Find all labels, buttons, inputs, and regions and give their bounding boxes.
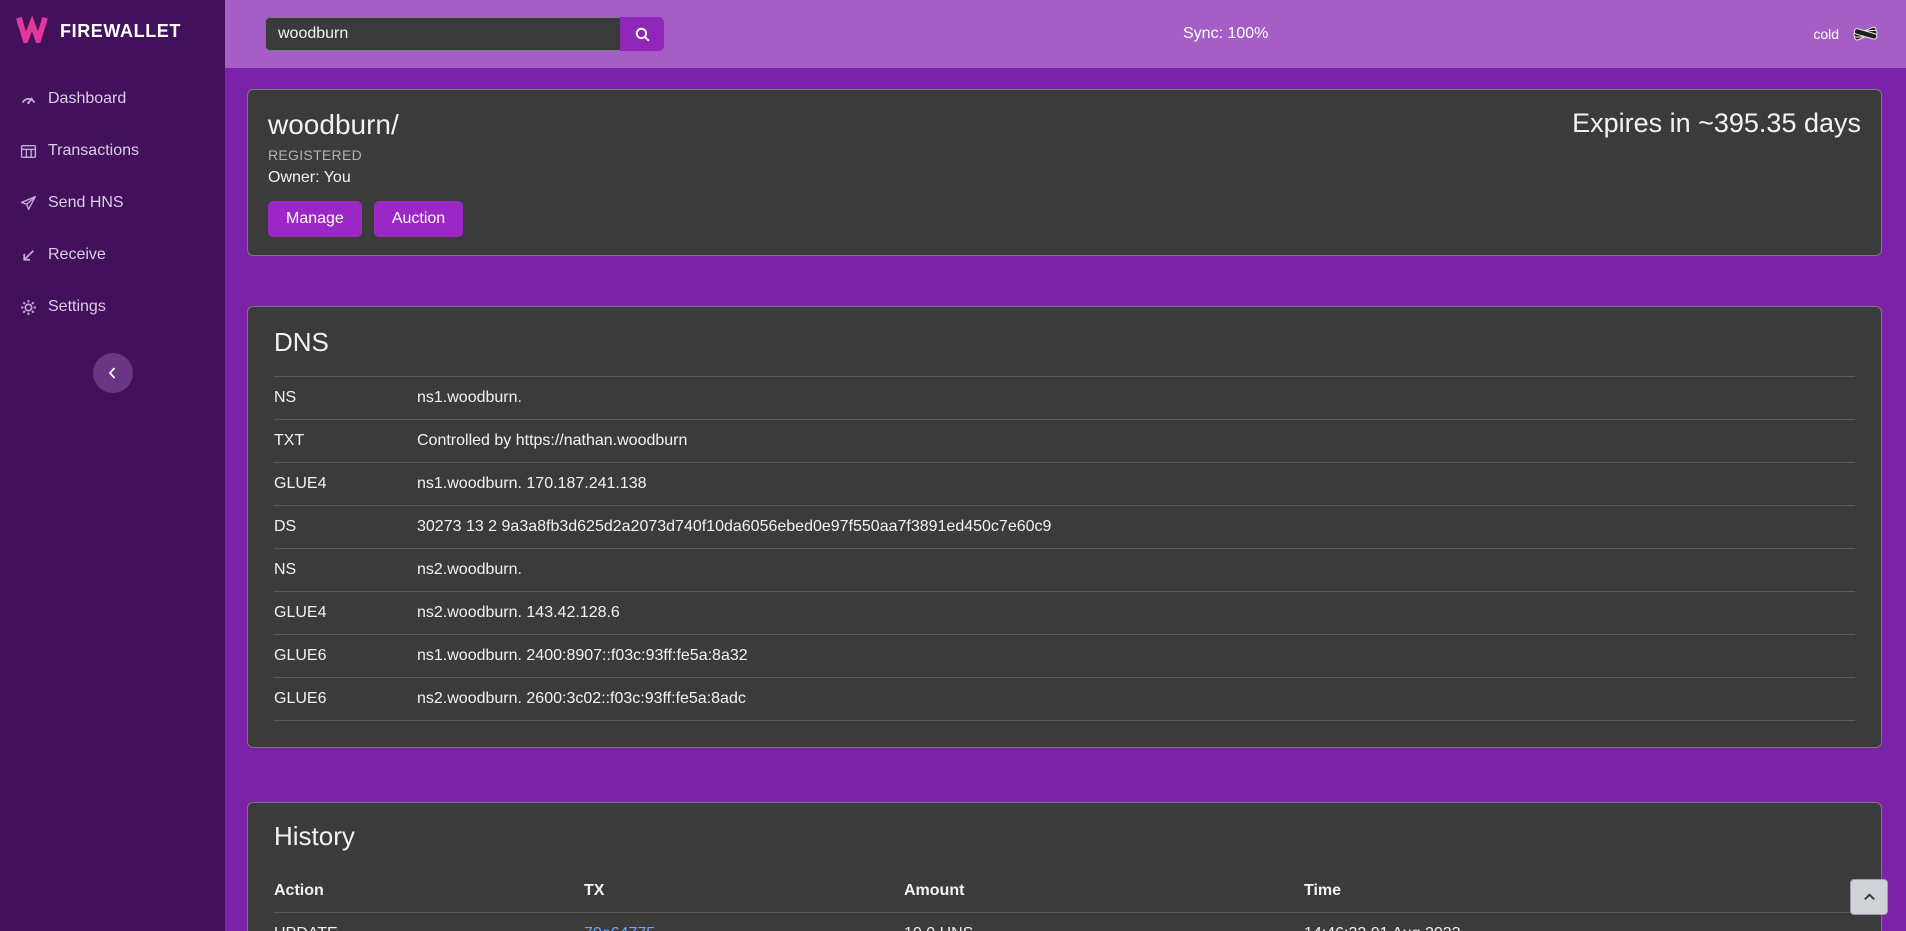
dns-record-type: GLUE6 <box>274 690 417 708</box>
domain-expiry: Expires in ~395.35 days <box>1572 108 1861 139</box>
dns-record-type: NS <box>274 561 417 579</box>
brand-title: FIREWALLET <box>60 21 181 42</box>
history-col-tx: TX <box>584 882 904 900</box>
domain-card: woodburn/ Expires in ~395.35 days REGIST… <box>247 89 1882 256</box>
domain-name: woodburn/ <box>268 108 399 142</box>
sync-status: Sync: 100% <box>1183 25 1268 43</box>
domain-actions: Manage Auction <box>268 201 1861 237</box>
dns-record-value: ns2.woodburn. 143.42.128.6 <box>417 604 1855 622</box>
dns-record-type: DS <box>274 518 417 536</box>
dns-record-type: GLUE4 <box>274 604 417 622</box>
wallet-mode-icon[interactable] <box>1848 18 1884 50</box>
tx-link[interactable]: 70e64775... <box>584 925 669 931</box>
dns-record-row: GLUE6 ns2.woodburn. 2600:3c02::f03c:93ff… <box>274 678 1855 721</box>
dns-title: DNS <box>274 327 1855 358</box>
wallet-mode-label: cold <box>1813 26 1839 42</box>
history-title: History <box>274 821 1855 852</box>
sidebar-item-settings[interactable]: Settings <box>0 281 225 333</box>
dns-record-type: GLUE4 <box>274 475 417 493</box>
history-card: History Action TX Amount Time UPDATE 70e… <box>247 802 1882 931</box>
dns-record-row: GLUE4 ns2.woodburn. 143.42.128.6 <box>274 592 1855 635</box>
sidebar-item-label: Transactions <box>48 142 139 160</box>
sidebar-item-receive[interactable]: Receive <box>0 229 225 281</box>
dns-record-value: Controlled by https://nathan.woodburn <box>417 432 1855 450</box>
history-col-time: Time <box>1304 882 1855 900</box>
dns-record-row: GLUE4 ns1.woodburn. 170.187.241.138 <box>274 463 1855 506</box>
search-icon <box>634 26 651 43</box>
sidebar-item-dashboard[interactable]: Dashboard <box>0 73 225 125</box>
chevron-left-icon <box>105 365 121 381</box>
send-icon <box>20 195 37 212</box>
transactions-icon <box>20 143 37 160</box>
sidebar-item-label: Settings <box>48 298 106 316</box>
dns-record-value: ns2.woodburn. 2600:3c02::f03c:93ff:fe5a:… <box>417 690 1855 708</box>
history-amount: 10.0 HNS <box>904 925 1304 931</box>
dns-record-row: TXT Controlled by https://nathan.woodbur… <box>274 420 1855 463</box>
search-button[interactable] <box>620 17 664 51</box>
dns-record-row: NS ns1.woodburn. <box>274 376 1855 420</box>
sidebar-item-send-hns[interactable]: Send HNS <box>0 177 225 229</box>
history-row: UPDATE 70e64775... 10.0 HNS 14:46:32 01 … <box>274 913 1855 931</box>
content: woodburn/ Expires in ~395.35 days REGIST… <box>225 68 1906 931</box>
sidebar-item-label: Send HNS <box>48 194 124 212</box>
sidebar-item-transactions[interactable]: Transactions <box>0 125 225 177</box>
firewallet-logo-icon <box>16 15 50 48</box>
settings-icon <box>20 299 37 316</box>
wallet-mode-group: cold <box>1813 18 1884 50</box>
dns-record-value: ns1.woodburn. 170.187.241.138 <box>417 475 1855 493</box>
history-col-amount: Amount <box>904 882 1304 900</box>
domain-status: REGISTERED <box>268 147 1861 163</box>
main-column: Sync: 100% cold woodburn/ Expires in ~39… <box>225 0 1906 931</box>
history-tx: 70e64775... <box>584 925 904 931</box>
dns-record-type: GLUE6 <box>274 647 417 665</box>
scroll-top-button[interactable] <box>1850 879 1888 915</box>
dns-card: DNS NS ns1.woodburn. TXT Controlled by h… <box>247 306 1882 748</box>
dns-record-value: ns1.woodburn. 2400:8907::f03c:93ff:fe5a:… <box>417 647 1855 665</box>
sidebar-collapse-button[interactable] <box>93 353 133 393</box>
dns-record-value: 30273 13 2 9a3a8fb3d625d2a2073d740f10da6… <box>417 518 1855 536</box>
history-col-action: Action <box>274 882 584 900</box>
search-group <box>265 17 664 51</box>
sidebar: FIREWALLET Dashboard Tran <box>0 0 225 931</box>
dns-record-row: GLUE6 ns1.woodburn. 2400:8907::f03c:93ff… <box>274 635 1855 678</box>
dns-record-row: DS 30273 13 2 9a3a8fb3d625d2a2073d740f10… <box>274 506 1855 549</box>
dns-record-row: NS ns2.woodburn. <box>274 549 1855 592</box>
dns-record-type: TXT <box>274 432 417 450</box>
dns-record-value: ns2.woodburn. <box>417 561 1855 579</box>
dns-table: NS ns1.woodburn. TXT Controlled by https… <box>274 376 1855 721</box>
history-action: UPDATE <box>274 925 584 931</box>
dns-record-value: ns1.woodburn. <box>417 389 1855 407</box>
sidebar-item-label: Dashboard <box>48 90 126 108</box>
dashboard-icon <box>20 91 37 108</box>
chevron-up-icon <box>1862 890 1877 905</box>
domain-owner: Owner: You <box>268 169 1861 187</box>
dns-record-type: NS <box>274 389 417 407</box>
brand[interactable]: FIREWALLET <box>0 0 225 63</box>
receive-icon <box>20 247 37 264</box>
history-time: 14:46:32 01 Aug 2023 <box>1304 925 1855 931</box>
sidebar-nav: Dashboard Transactions Send HNS <box>0 73 225 333</box>
sidebar-item-label: Receive <box>48 246 106 264</box>
history-header-row: Action TX Amount Time <box>274 870 1855 913</box>
domain-card-header: woodburn/ Expires in ~395.35 days <box>268 108 1861 142</box>
search-input[interactable] <box>265 17 620 51</box>
auction-button[interactable]: Auction <box>374 201 463 237</box>
manage-button[interactable]: Manage <box>268 201 362 237</box>
topbar: Sync: 100% cold <box>225 0 1906 68</box>
